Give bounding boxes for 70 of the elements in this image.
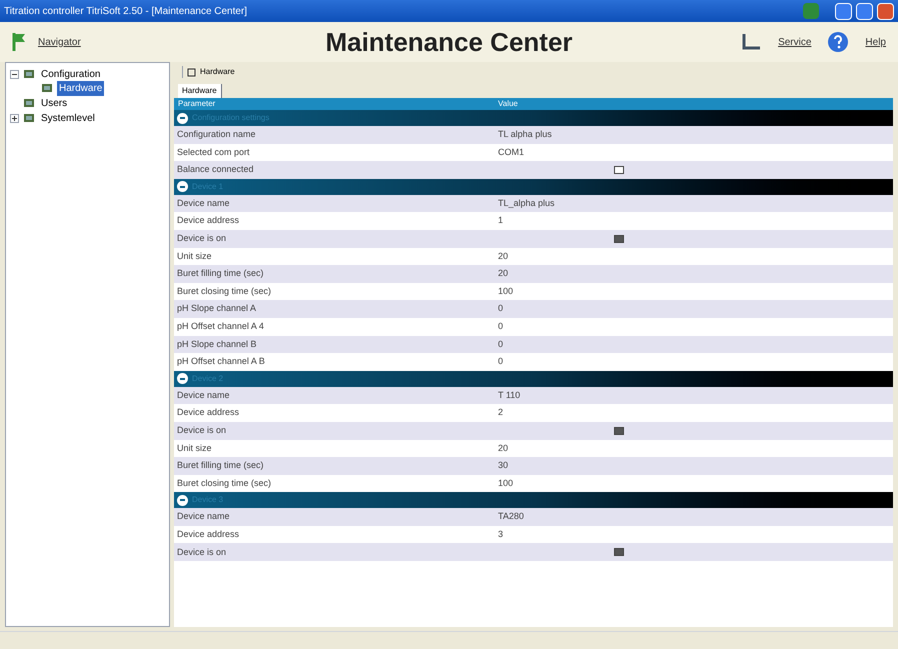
tree-item[interactable]: Hardware bbox=[57, 80, 104, 96]
parameter-value: 30 bbox=[497, 459, 508, 472]
parameter-name: Device address bbox=[176, 214, 240, 228]
parameter-name: pH Offset channel A B bbox=[176, 355, 266, 368]
collapse-icon[interactable] bbox=[177, 181, 188, 192]
hardware-button[interactable]: Hardware bbox=[182, 66, 235, 78]
parameter-value: 3 bbox=[497, 528, 504, 541]
collapse-icon[interactable] bbox=[177, 112, 188, 124]
parameter-name: Selected com port bbox=[176, 146, 251, 159]
parameter-value: 20 bbox=[497, 250, 508, 263]
parameter-value: 100 bbox=[497, 284, 514, 298]
flag-icon bbox=[12, 32, 26, 52]
checkbox[interactable] bbox=[614, 426, 624, 435]
parameter-name: Buret filling time (sec) bbox=[176, 459, 265, 472]
parameter-name: Device is on bbox=[176, 546, 228, 559]
parameter-value: 0 bbox=[497, 355, 504, 368]
help-icon bbox=[827, 31, 850, 53]
tab[interactable]: Hardware bbox=[178, 84, 222, 98]
tree-item[interactable]: Configuration bbox=[39, 66, 102, 82]
column-header: Value bbox=[497, 98, 518, 110]
parameter-name: Configuration name bbox=[176, 128, 257, 142]
parameter-name: pH Slope channel A bbox=[176, 302, 258, 316]
parameter-name: Unit size bbox=[176, 442, 213, 455]
parameter-name: Device name bbox=[176, 388, 231, 402]
tray-icon bbox=[803, 3, 819, 19]
parameter-value: 100 bbox=[497, 476, 514, 490]
parameter-name: Device address bbox=[176, 528, 240, 541]
parameter-name: Balance connected bbox=[176, 163, 255, 176]
close-button[interactable] bbox=[877, 2, 894, 20]
parameter-value: 0 bbox=[497, 338, 504, 351]
parameter-name: Device address bbox=[176, 406, 240, 420]
service-link[interactable]: Service bbox=[778, 34, 812, 50]
window-title: Titration controller TitriSoft 2.50 - [Maintenance Center] bbox=[4, 4, 248, 18]
column-header: Parameter bbox=[177, 98, 216, 110]
collapse-icon[interactable] bbox=[10, 70, 19, 78]
parameter-value: 0 bbox=[497, 320, 504, 333]
parameter-value: TL_alpha plus bbox=[497, 196, 555, 210]
parameter-name: Device is on bbox=[176, 424, 228, 437]
expand-icon[interactable] bbox=[10, 114, 19, 122]
tree-item[interactable]: Users bbox=[39, 96, 70, 110]
collapse-icon[interactable] bbox=[177, 494, 188, 506]
checkbox[interactable] bbox=[614, 548, 624, 556]
parameter-value: T 110 bbox=[497, 388, 520, 402]
parameter-name: pH Slope channel B bbox=[176, 338, 258, 351]
page-title: Maintenance Center bbox=[324, 26, 574, 58]
parameter-name: Buret closing time (sec) bbox=[176, 284, 272, 298]
parameter-value: TA280 bbox=[497, 510, 524, 524]
parameter-value: 2 bbox=[497, 406, 504, 420]
parameter-name: Buret closing time (sec) bbox=[176, 476, 272, 490]
help-link[interactable]: Help bbox=[865, 34, 886, 50]
parameter-value: TL alpha plus bbox=[497, 128, 552, 142]
parameter-name: Buret filling time (sec) bbox=[176, 267, 265, 280]
parameter-name: Device is on bbox=[176, 232, 228, 246]
navigator-link[interactable]: Navigator bbox=[38, 34, 81, 50]
collapse-icon[interactable] bbox=[177, 373, 188, 384]
maximize-button[interactable] bbox=[856, 2, 873, 20]
parameter-name: pH Offset channel A 4 bbox=[176, 320, 265, 333]
checkbox[interactable] bbox=[614, 166, 624, 174]
parameter-value: 1 bbox=[497, 214, 504, 228]
parameter-value: 20 bbox=[497, 442, 508, 455]
tree-item[interactable]: Systemlevel bbox=[39, 110, 97, 126]
parameter-name: Device name bbox=[176, 510, 231, 524]
minimize-button[interactable] bbox=[835, 2, 852, 20]
parameter-value: COM1 bbox=[497, 146, 524, 159]
parameter-value: 20 bbox=[497, 267, 508, 280]
checkbox[interactable] bbox=[614, 234, 624, 243]
parameter-name: Unit size bbox=[176, 250, 213, 263]
parameter-name: Device name bbox=[176, 196, 231, 210]
device-icon bbox=[187, 68, 196, 76]
parameter-value: 0 bbox=[497, 302, 504, 316]
